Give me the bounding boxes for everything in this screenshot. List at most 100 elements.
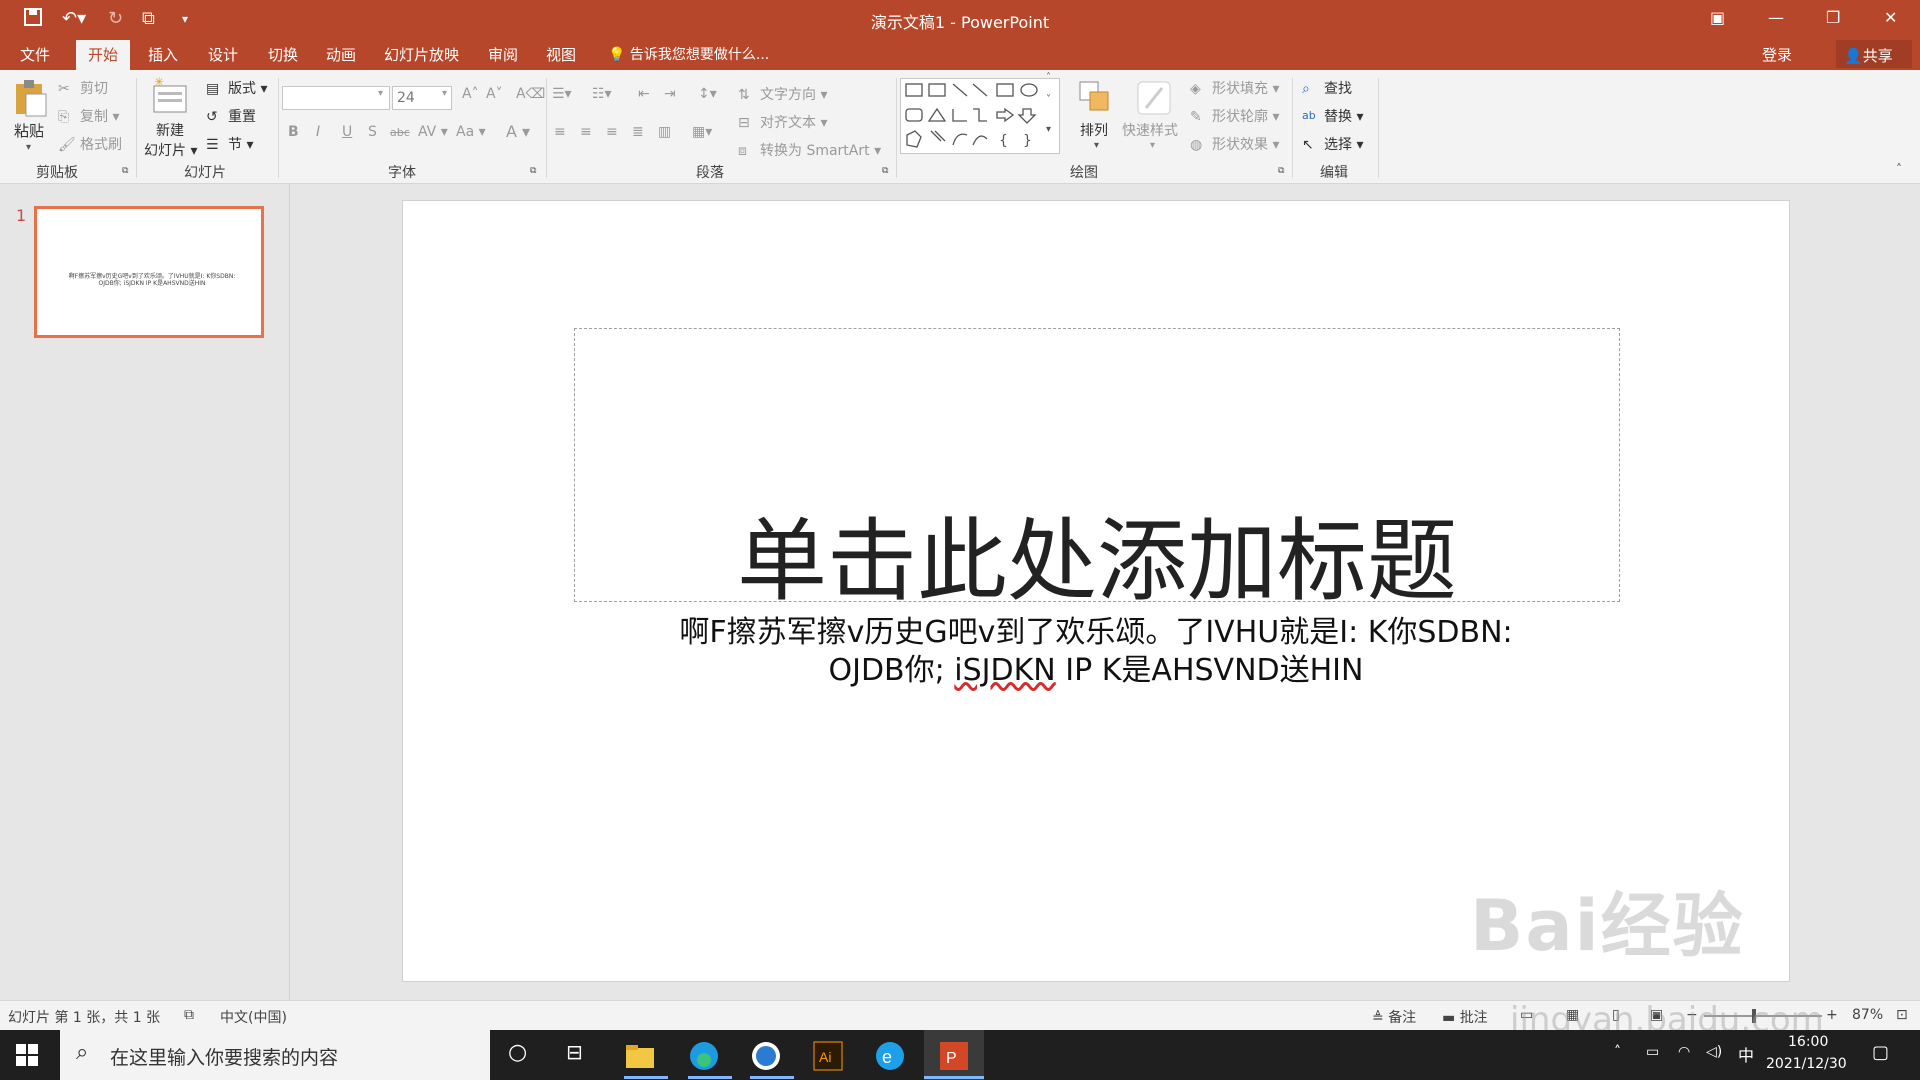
cortana-icon[interactable]: ○ [508, 1040, 527, 1065]
underline-button[interactable]: U [342, 124, 352, 140]
font-color-button[interactable]: A ▾ [506, 122, 530, 141]
collapse-ribbon-icon[interactable]: ˄ [1896, 162, 1902, 176]
align-left-icon[interactable]: ≡ [554, 124, 566, 140]
tab-animations[interactable]: 动画 [326, 44, 356, 65]
select-button[interactable]: ↖ 选择 ▾ [1302, 134, 1363, 154]
italic-button[interactable]: I [316, 124, 320, 140]
zoom-in-button[interactable]: + [1826, 1007, 1838, 1023]
drawing-launcher-icon[interactable]: ⧉ [1278, 166, 1284, 176]
tab-view[interactable]: 视图 [546, 44, 576, 65]
close-icon[interactable]: ✕ [1884, 8, 1897, 27]
ime-indicator[interactable]: 中 [1738, 1042, 1754, 1066]
language-indicator[interactable]: 中文(中国) [220, 1007, 287, 1027]
justify-icon[interactable]: ≣ [632, 124, 644, 140]
ribbon-display-icon[interactable]: ▣ [1710, 8, 1725, 27]
replace-button[interactable]: ab 替换 ▾ [1302, 106, 1363, 126]
line-spacing-icon[interactable]: ↕▾ [698, 86, 717, 102]
text-direction-button[interactable]: ⇅ 文字方向 ▾ [738, 84, 827, 104]
zoom-level[interactable]: 87% [1852, 1007, 1883, 1023]
font-name-dropdown-icon[interactable]: ▾ [378, 88, 383, 99]
clear-format-icon[interactable]: A⌫ [516, 86, 545, 102]
char-spacing-button[interactable]: AV ▾ [418, 124, 448, 140]
decrease-font-icon[interactable]: A˅ [486, 86, 503, 102]
quick-styles-icon[interactable] [1134, 78, 1174, 118]
smartart-button[interactable]: ⧈ 转换为 SmartArt ▾ [738, 140, 881, 160]
clock-time[interactable]: 16:00 [1788, 1034, 1828, 1050]
paste-icon[interactable] [12, 78, 52, 118]
battery-icon[interactable]: ▭ [1646, 1044, 1659, 1060]
bold-button[interactable]: B [288, 124, 299, 140]
file-explorer-icon[interactable] [620, 1036, 660, 1076]
arrange-button[interactable]: 排列 [1080, 120, 1108, 140]
clock-date[interactable]: 2021/12/30 [1766, 1056, 1847, 1072]
strikethrough-button[interactable]: abc [390, 126, 410, 139]
illustrator-icon[interactable]: Ai [808, 1036, 848, 1076]
paste-dropdown-icon[interactable]: ▾ [26, 142, 31, 153]
layout-button[interactable]: ▤ 版式 ▾ [206, 78, 267, 98]
reset-button[interactable]: ↺ 重置 [206, 106, 256, 126]
new-slide-label-1[interactable]: 新建 [156, 120, 184, 140]
find-button[interactable]: ⌕ 查找 [1302, 78, 1352, 98]
fit-slide-icon[interactable]: ⊡ [1896, 1007, 1908, 1023]
decrease-indent-icon[interactable]: ⇤ [638, 86, 650, 102]
align-right-icon[interactable]: ≡ [606, 124, 618, 140]
ie-icon[interactable]: e [870, 1036, 910, 1076]
bullets-icon[interactable]: ☰▾ [552, 86, 572, 102]
tab-insert[interactable]: 插入 [148, 44, 178, 65]
new-slide-icon[interactable]: ✳ [150, 75, 190, 116]
shapes-more-icon[interactable]: ▾ [1046, 124, 1051, 135]
shape-fill-button[interactable]: ◈ 形状填充 ▾ [1190, 78, 1279, 98]
minimize-icon[interactable]: — [1768, 8, 1784, 27]
align-text-button[interactable]: ⊟ 对齐文本 ▾ [738, 112, 827, 132]
arrange-icon[interactable] [1078, 80, 1118, 120]
volume-icon[interactable]: ◁) [1706, 1044, 1722, 1060]
powerpoint-icon[interactable]: P [934, 1036, 974, 1076]
paragraph-launcher-icon[interactable]: ⧉ [882, 166, 888, 176]
distributed-icon[interactable]: ▥ [658, 124, 671, 140]
align-center-icon[interactable]: ≡ [580, 124, 592, 140]
shape-outline-button[interactable]: ✎ 形状轮廓 ▾ [1190, 106, 1279, 126]
wifi-icon[interactable]: ◠ [1678, 1044, 1690, 1060]
share-button[interactable]: 👤共享 [1836, 40, 1912, 68]
slide-subtitle[interactable]: 啊F擦苏军擦v历史G吧v到了欢乐颂。了IVHU就是I: K你SDBN: OJDB… [590, 614, 1602, 690]
increase-font-icon[interactable]: A˄ [462, 86, 479, 102]
spellcheck-icon[interactable]: ⧉ [184, 1007, 194, 1023]
cut-button[interactable]: ✂ 剪切 [58, 78, 108, 98]
taskbar-search-box[interactable]: ⌕ 在这里输入你要搜索的内容 [60, 1030, 490, 1080]
slide-thumbnail[interactable]: 啊F擦苏军擦v历史G吧v到了欢乐颂。了IVHU就是I: K你SDBN: OJDB… [34, 206, 264, 338]
shapes-scroll-up-icon[interactable]: ˄ [1046, 72, 1051, 83]
shape-effects-button[interactable]: ◍ 形状效果 ▾ [1190, 134, 1279, 154]
tab-home[interactable]: 开始 [76, 40, 131, 70]
shapes-scroll-down-icon[interactable]: ˅ [1046, 94, 1051, 105]
tab-file[interactable]: 文件 [20, 44, 50, 65]
columns-icon[interactable]: ▦▾ [692, 124, 712, 140]
tell-me-search[interactable]: 💡 告诉我您想要做什么... [608, 44, 769, 64]
tab-slideshow[interactable]: 幻灯片放映 [384, 44, 459, 65]
quick-styles-button[interactable]: 快速样式 [1122, 120, 1178, 140]
section-button[interactable]: ☰ 节 ▾ [206, 134, 253, 154]
login-link[interactable]: 登录 [1762, 44, 1792, 65]
tab-transitions[interactable]: 切换 [268, 44, 298, 65]
notification-icon[interactable]: ▢ [1872, 1042, 1889, 1063]
clipboard-launcher-icon[interactable]: ⧉ [122, 166, 128, 176]
font-size-dropdown-icon[interactable]: ▾ [442, 88, 447, 99]
edge-legacy-icon[interactable] [746, 1036, 786, 1076]
numbering-icon[interactable]: ☷▾ [592, 86, 612, 102]
arrange-dropdown-icon[interactable]: ▾ [1094, 140, 1099, 151]
tab-review[interactable]: 审阅 [488, 44, 518, 65]
font-name-input[interactable] [282, 86, 390, 110]
quick-styles-dropdown-icon[interactable]: ▾ [1150, 140, 1155, 151]
task-view-icon[interactable]: ⊟ [566, 1040, 583, 1064]
tab-design[interactable]: 设计 [208, 44, 238, 65]
comments-button[interactable]: ▬ 批注 [1442, 1007, 1488, 1027]
windows-start-icon[interactable] [16, 1044, 38, 1070]
increase-indent-icon[interactable]: ⇥ [664, 86, 676, 102]
tray-expand-icon[interactable]: ˄ [1614, 1044, 1621, 1060]
paste-button[interactable]: 粘贴 [14, 120, 44, 141]
shadow-button[interactable]: S [368, 124, 377, 140]
font-launcher-icon[interactable]: ⧉ [530, 166, 536, 176]
shapes-gallery[interactable]: {} [900, 78, 1060, 154]
change-case-button[interactable]: Aa ▾ [456, 124, 486, 140]
notes-button[interactable]: ≜ 备注 [1372, 1007, 1416, 1027]
restore-icon[interactable]: ❐ [1826, 8, 1840, 27]
